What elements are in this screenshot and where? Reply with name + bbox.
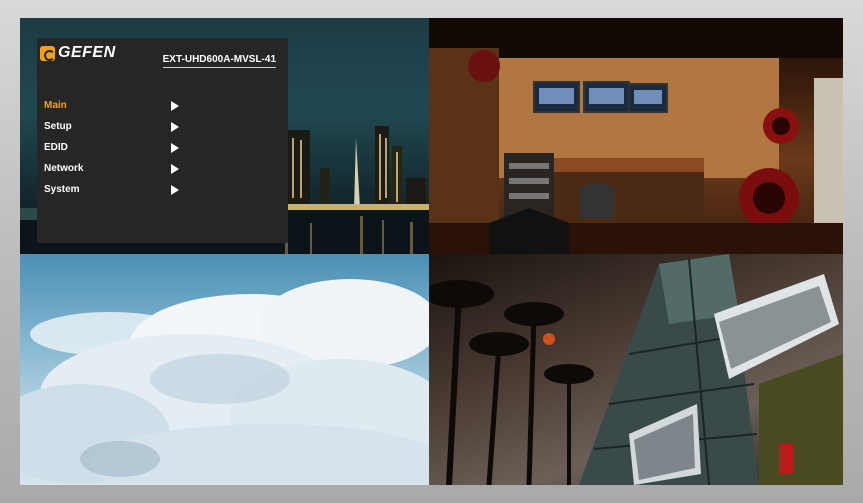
multiview-display: GEFEN EXT-UHD600A-MVSL-41 Main Setup EDI… [20,18,843,485]
video-window-4[interactable] [429,254,843,485]
brand-name: GEFEN [58,44,116,61]
menu-item-network[interactable]: Network [44,158,179,179]
model-number: EXT-UHD600A-MVSL-41 [162,54,276,65]
menu-item-edid[interactable]: EDID [44,137,179,158]
menu-item-label: Setup [44,121,72,132]
menu-item-label: Main [44,100,67,111]
menu-item-label: EDID [44,142,68,153]
osd-main-menu: Main Setup EDID Network System [44,95,179,200]
header-divider [163,67,276,68]
gefen-logo-icon [40,45,55,61]
arrow-right-icon [171,142,179,153]
menu-item-system[interactable]: System [44,179,179,200]
menu-item-label: System [44,184,80,195]
video-window-2[interactable] [429,18,843,254]
arrow-right-icon [171,121,179,132]
video-window-1[interactable]: GEFEN EXT-UHD600A-MVSL-41 Main Setup EDI… [20,18,429,254]
building-screens-image [429,254,843,485]
menu-item-label: Network [44,163,84,174]
osd-menu-panel: GEFEN EXT-UHD600A-MVSL-41 Main Setup EDI… [37,38,288,243]
arrow-right-icon [171,184,179,195]
arrow-right-icon [171,100,179,111]
osd-header: GEFEN EXT-UHD600A-MVSL-41 [37,38,288,72]
video-window-3[interactable] [20,254,429,485]
studio-room-image [429,18,843,254]
gefen-logo: GEFEN [40,44,116,62]
menu-item-setup[interactable]: Setup [44,116,179,137]
clouds-image [20,279,429,485]
arrow-right-icon [171,163,179,174]
menu-item-main[interactable]: Main [44,95,179,116]
